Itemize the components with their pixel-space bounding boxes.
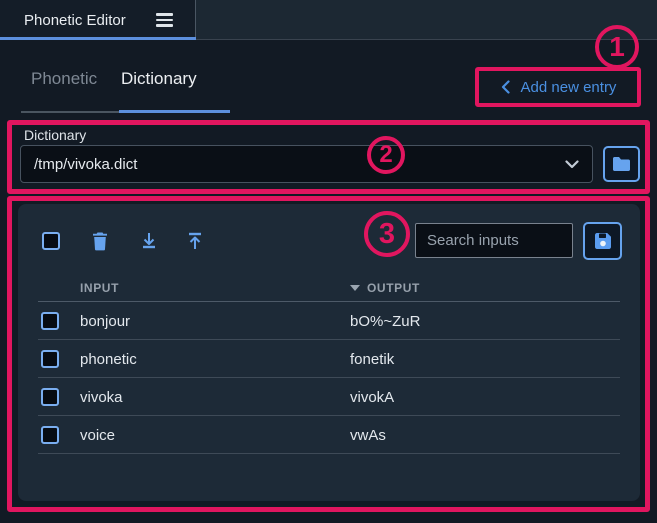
output-cell: bO%~ZuR	[350, 313, 640, 330]
title-tab-active-underline	[0, 37, 196, 40]
table-row[interactable]: voice vwAs	[18, 416, 640, 454]
entries-panel: INPUT OUTPUT bonjour bO%~ZuR phonetic fo…	[18, 204, 640, 501]
dictionary-select[interactable]: /tmp/vivoka.dict	[20, 145, 593, 183]
input-cell: vivoka	[80, 389, 350, 406]
row-checkbox[interactable]	[41, 312, 59, 330]
table-row[interactable]: phonetic fonetik	[18, 340, 640, 378]
app-title: Phonetic Editor	[24, 12, 126, 29]
save-icon	[594, 232, 612, 250]
input-cell: bonjour	[80, 313, 350, 330]
browse-dictionary-button[interactable]	[603, 146, 640, 182]
menu-icon[interactable]	[156, 13, 173, 27]
input-cell: voice	[80, 427, 350, 444]
row-checkbox[interactable]	[41, 388, 59, 406]
sort-desc-icon	[350, 285, 360, 291]
upload-icon[interactable]	[183, 229, 207, 253]
add-new-entry-button[interactable]: Add new entry	[481, 71, 636, 103]
download-icon[interactable]	[137, 229, 161, 253]
window-title-tab[interactable]: Phonetic Editor	[0, 0, 196, 40]
save-button[interactable]	[583, 222, 622, 260]
folder-icon	[612, 156, 631, 172]
topbar: Phonetic Editor	[0, 0, 657, 40]
output-cell: fonetik	[350, 351, 640, 368]
phonetic-editor-window: Phonetic Editor Phonetic Dictionary Add …	[0, 0, 657, 523]
tab-phonetic[interactable]: Phonetic	[31, 69, 97, 89]
dictionary-selected-path: /tmp/vivoka.dict	[34, 156, 137, 173]
table-row[interactable]: bonjour bO%~ZuR	[18, 302, 640, 340]
search-input[interactable]	[415, 223, 573, 258]
chevron-down-icon	[565, 160, 579, 169]
table-header: INPUT OUTPUT	[18, 274, 640, 302]
input-cell: phonetic	[80, 351, 350, 368]
row-checkbox[interactable]	[41, 426, 59, 444]
table-row[interactable]: vivoka vivokA	[18, 378, 640, 416]
chevron-left-icon	[501, 80, 510, 94]
tab-dictionary[interactable]: Dictionary	[121, 69, 197, 89]
column-header-output[interactable]: OUTPUT	[350, 281, 640, 295]
select-all-checkbox[interactable]	[42, 232, 60, 250]
dictionary-label: Dictionary	[24, 127, 86, 143]
output-cell: vwAs	[350, 427, 640, 444]
tab-active-indicator	[119, 110, 230, 113]
add-new-entry-label: Add new entry	[521, 79, 617, 96]
tab-track	[21, 111, 119, 113]
delete-icon[interactable]	[88, 229, 112, 253]
column-header-input[interactable]: INPUT	[80, 281, 350, 295]
output-cell: vivokA	[350, 389, 640, 406]
row-checkbox[interactable]	[41, 350, 59, 368]
